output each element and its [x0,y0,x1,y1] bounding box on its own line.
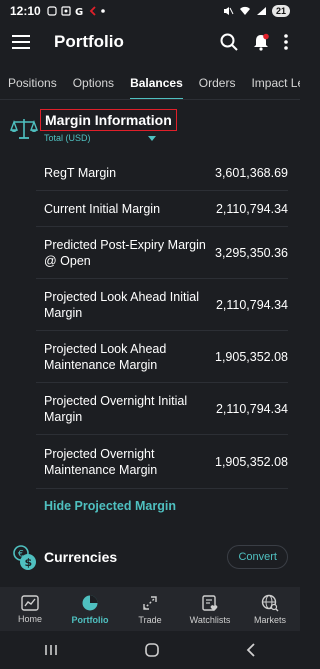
currencies-title: Currencies [44,549,118,565]
hide-projected-margin-link[interactable]: Hide Projected Margin [36,489,288,523]
margin-row-regt: RegT Margin 3,601,368.69 [36,155,288,191]
scale-icon [10,119,38,139]
tab-orders[interactable]: Orders [191,66,244,99]
nav-label: Home [17,613,42,624]
currencies-header: € $ Currencies Convert [0,540,300,580]
bottom-nav: Home Portfolio Trade Watchlists Markets [0,587,300,631]
nav-trade[interactable]: Trade [120,587,180,631]
notification-icons: G [47,6,105,16]
tab-balances[interactable]: Balances [122,66,191,99]
row-value: 1,905,352.08 [215,454,288,469]
battery-indicator: 21 [271,5,290,17]
caret-down-icon[interactable] [148,136,156,141]
signal-icon [256,7,266,15]
trade-arrows-icon [143,595,157,610]
svg-text:$: $ [25,556,33,569]
row-label: Predicted Post-Expiry Margin @ Open [44,237,206,268]
bell-notification-icon[interactable] [252,33,270,51]
search-icon[interactable] [220,33,238,51]
page-title: Portfolio [54,32,124,51]
margin-list: RegT Margin 3,601,368.69 Current Initial… [36,155,288,523]
watchlist-heart-icon [202,594,218,611]
mute-icon [223,7,234,15]
nav-label: Watchlists [189,614,231,625]
margin-row-overnight-maintenance: Projected Overnight Maintenance Margin 1… [36,435,288,489]
nav-watchlists[interactable]: Watchlists [180,587,240,631]
row-value: 3,295,350.36 [215,245,288,260]
nav-portfolio[interactable]: Portfolio [60,587,120,631]
row-value: 2,110,794.34 [215,401,288,416]
nav-label: Markets [253,614,286,625]
home-button-icon[interactable] [145,643,159,657]
row-value: 2,110,794.34 [215,297,288,312]
row-label: Projected Look Ahead Initial Margin [44,289,199,320]
nav-label: Portfolio [71,614,109,625]
tab-positions[interactable]: Positions [0,66,65,99]
row-value: 3,601,368.69 [215,165,288,180]
margin-information-header: Margin Information Total (USD) [0,108,300,148]
status-bar: 12:10 G 21 [0,0,300,22]
more-options-icon[interactable] [284,34,288,50]
portfolio-tabs: Positions Options Balances Orders Impact… [0,66,300,100]
row-label: Current Initial Margin [44,201,161,216]
dot-icon [100,9,105,13]
row-label: Projected Overnight Maintenance Margin [44,446,158,477]
google-icon: G [75,7,83,16]
margin-row-predicted-post-expiry: Predicted Post-Expiry Margin @ Open 3,29… [36,227,288,279]
wifi-icon [239,6,250,16]
margin-row-overnight-initial: Projected Overnight Initial Margin 2,110… [36,383,288,435]
status-time: 12:10 [10,4,41,18]
row-label: RegT Margin [44,165,117,180]
margin-row-look-ahead-initial: Projected Look Ahead Initial Margin 2,11… [36,279,288,331]
globe-search-icon [261,594,279,611]
row-label: Projected Look Ahead Maintenance Margin [44,341,167,372]
nav-label: Trade [138,614,162,625]
image-notification-icon [61,6,71,16]
chat-notification-icon [47,6,57,16]
nav-markets[interactable]: Markets [240,587,300,631]
convert-button[interactable]: Convert [227,545,288,569]
tab-options[interactable]: Options [65,66,122,99]
app-bar: Portfolio [0,22,300,62]
tab-impact-lending[interactable]: Impact Len [243,66,300,99]
home-chart-icon [21,594,39,611]
row-value: 1,905,352.08 [215,349,288,364]
back-icon[interactable] [246,643,256,657]
row-label: Projected Overnight Initial Margin [44,393,188,424]
margin-row-current-initial: Current Initial Margin 2,110,794.34 [36,191,288,227]
pie-chart-icon [82,595,98,610]
system-status-icons: 21 [223,5,290,17]
system-nav-bar [0,631,300,669]
nav-home[interactable]: Home [0,587,60,631]
app-notification-icon [89,6,96,16]
menu-icon[interactable] [12,35,30,49]
margin-row-look-ahead-maintenance: Projected Look Ahead Maintenance Margin … [36,331,288,383]
recent-apps-icon[interactable] [44,644,58,656]
section-title: Margin Information [40,109,177,131]
svg-text:G: G [75,7,83,16]
currency-selector[interactable]: Total (USD) [44,133,91,143]
row-value: 2,110,794.34 [215,201,288,216]
currency-coins-icon: € $ [13,545,36,570]
